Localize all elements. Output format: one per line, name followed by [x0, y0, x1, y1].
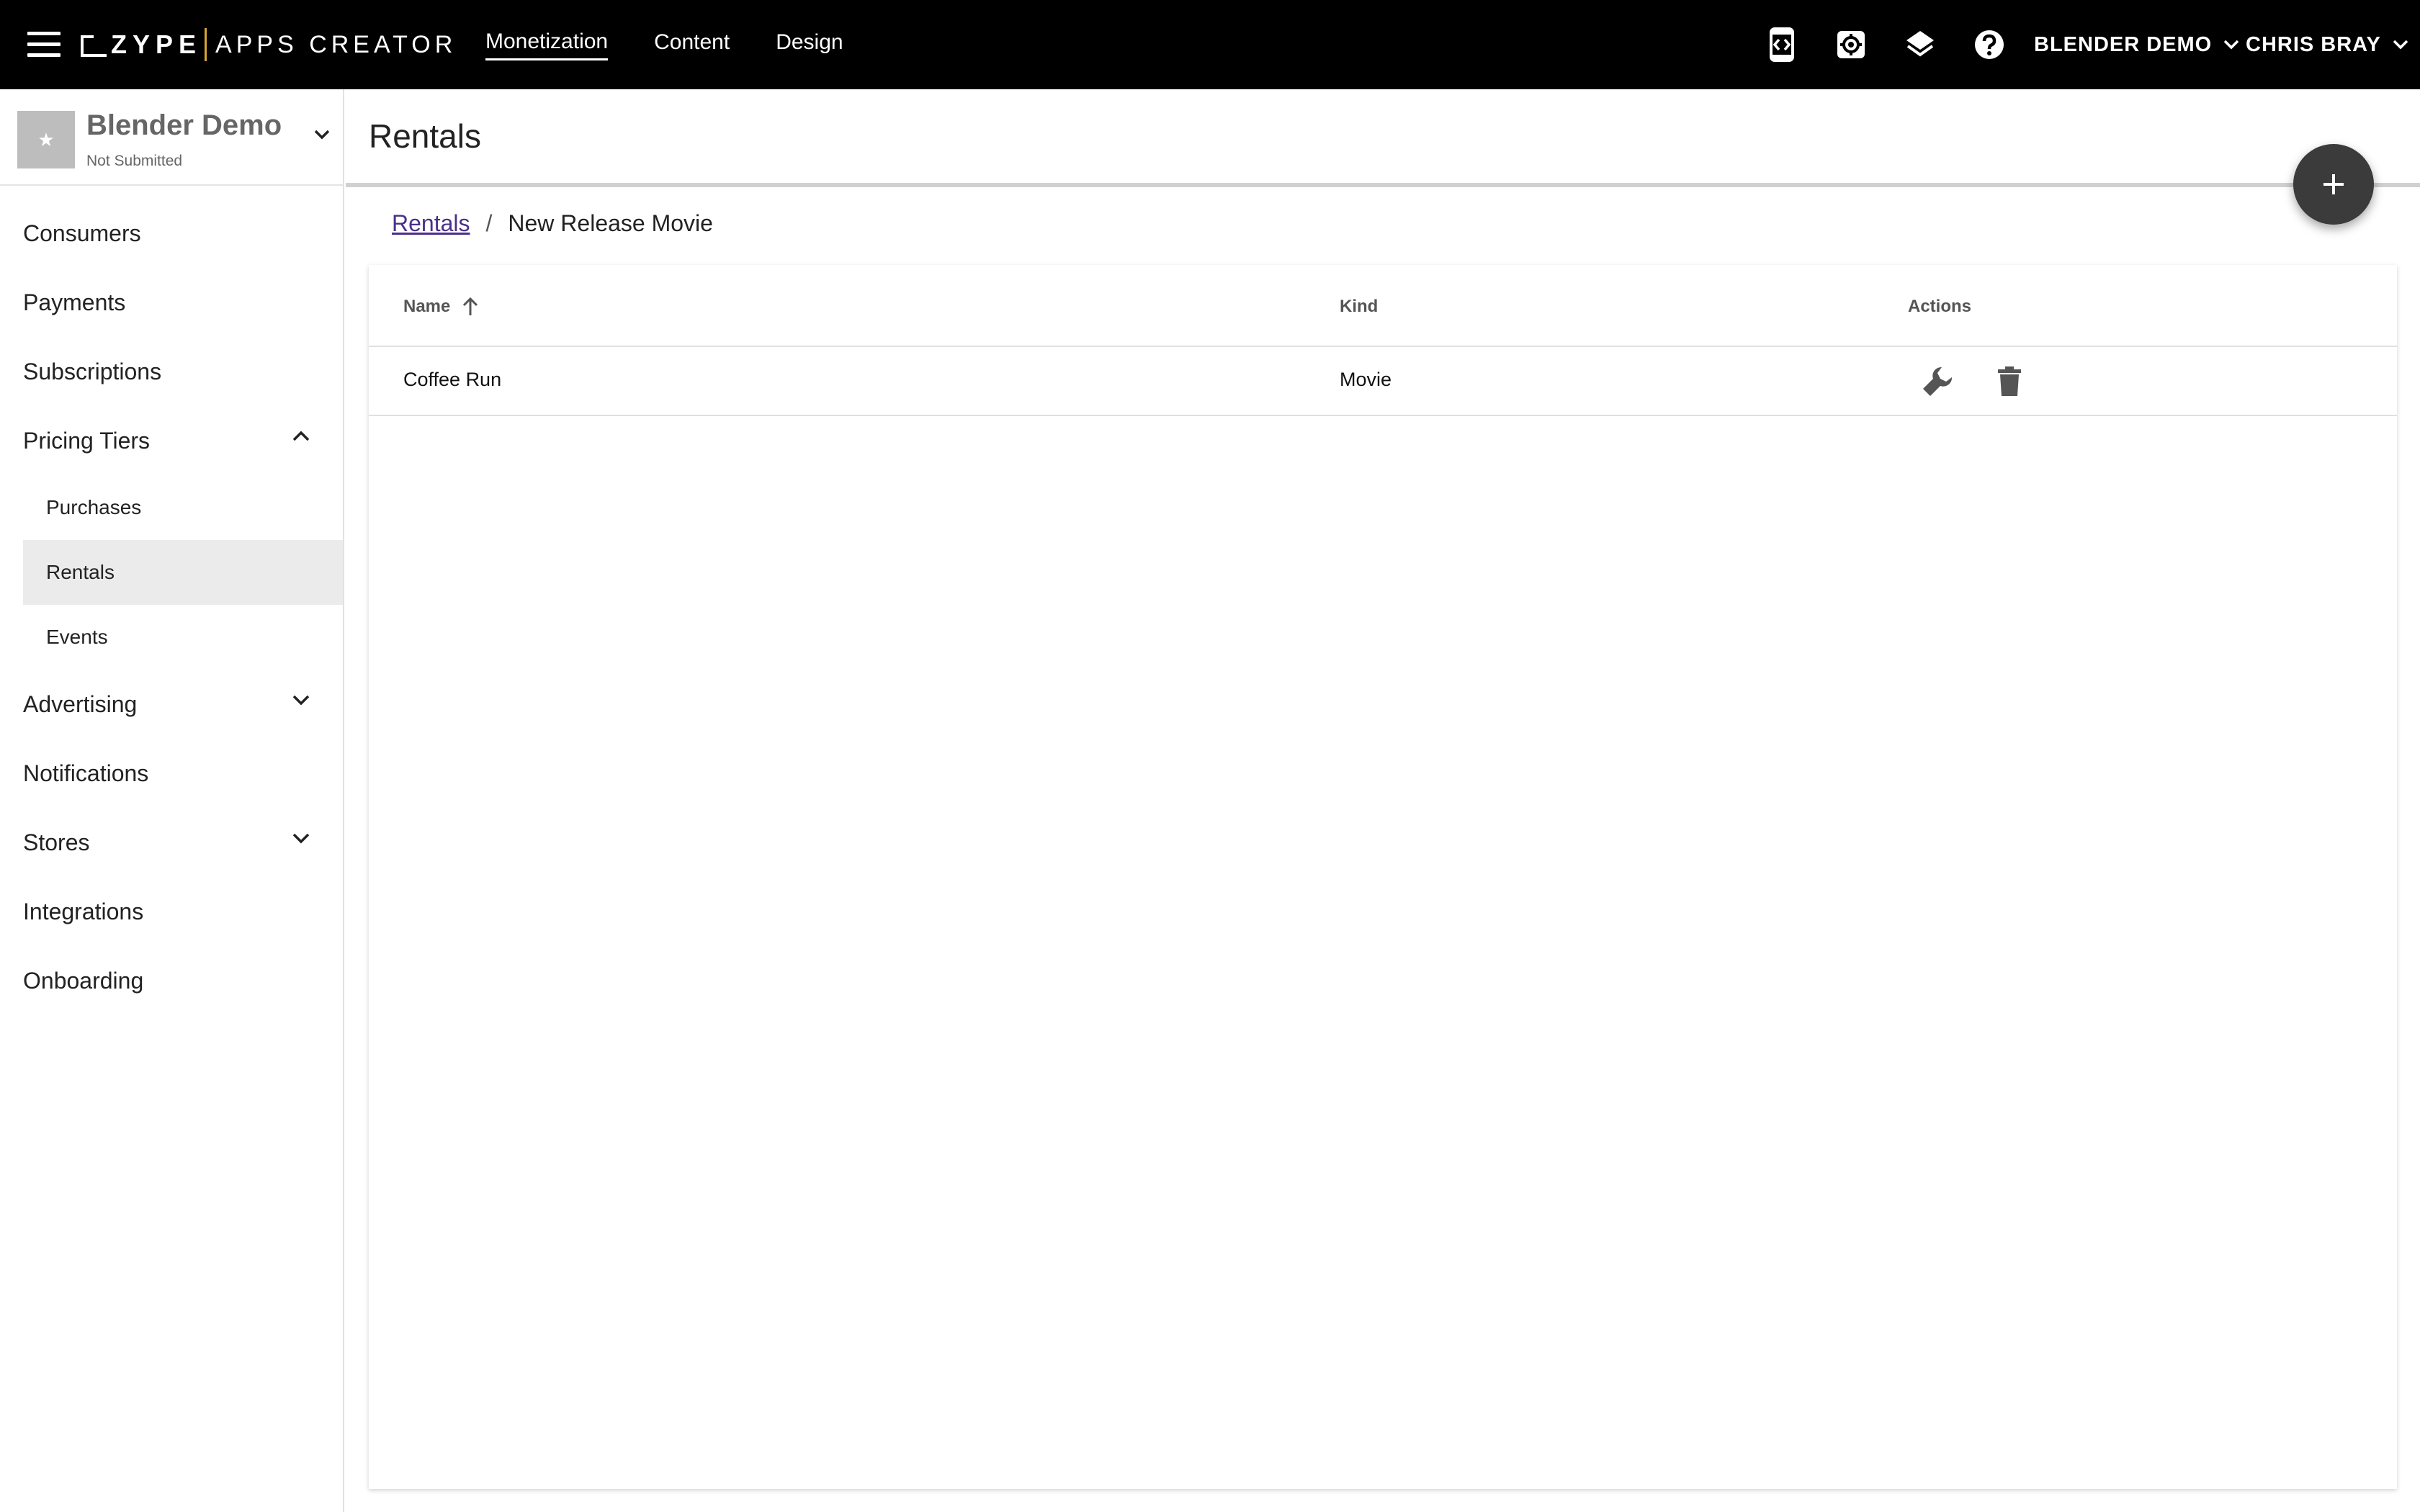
- app-status: Not Submitted: [86, 153, 183, 169]
- main-nav: Monetization Content Design: [485, 0, 889, 89]
- nav-tab-design[interactable]: Design: [776, 30, 843, 59]
- layers-icon[interactable]: [1901, 26, 1939, 63]
- chevron-down-icon: [2393, 40, 2408, 50]
- logo-brand-text: ZYPE: [111, 30, 202, 59]
- nav-tab-monetization[interactable]: Monetization: [485, 30, 609, 60]
- chevron-down-icon: [292, 833, 310, 844]
- app-name: Blender Demo: [86, 109, 282, 141]
- sidebar-item-stores[interactable]: Stores: [0, 808, 343, 877]
- breadcrumb-link-rentals[interactable]: Rentals: [392, 210, 470, 237]
- cell-name: Coffee Run: [403, 369, 502, 390]
- sidebar-item-consumers[interactable]: Consumers: [0, 199, 343, 268]
- edit-wrench-icon[interactable]: [1917, 361, 1958, 402]
- sidebar-item-integrations[interactable]: Integrations: [0, 877, 343, 946]
- page-title: Rentals: [369, 117, 481, 155]
- breadcrumb: Rentals / New Release Movie: [392, 210, 713, 237]
- nav-tab-content[interactable]: Content: [654, 30, 730, 59]
- table-row[interactable]: Coffee Run Movie: [369, 347, 2397, 416]
- app-thumbnail: ★: [17, 111, 75, 168]
- chevron-down-icon: [2223, 40, 2239, 50]
- rentals-table: Name Kind Actions Coffee Run Movie: [369, 265, 2397, 1489]
- sidebar-item-pricing-tiers[interactable]: Pricing Tiers: [0, 406, 343, 475]
- settings-gear-icon[interactable]: [1832, 26, 1870, 63]
- logo-product-text: APPS CREATOR: [215, 30, 457, 58]
- sidebar-item-payments[interactable]: Payments: [0, 268, 343, 337]
- user-menu-label: CHRIS BRAY: [2246, 32, 2381, 56]
- user-menu[interactable]: CHRIS BRAY: [2246, 0, 2408, 89]
- sidebar-item-onboarding[interactable]: Onboarding: [0, 946, 343, 1015]
- chevron-down-icon[interactable]: [314, 130, 330, 140]
- sidebar-item-notifications[interactable]: Notifications: [0, 739, 343, 808]
- help-icon[interactable]: [1971, 26, 2008, 63]
- column-header-name[interactable]: Name: [403, 297, 479, 317]
- sidebar-subitem-rentals[interactable]: Rentals: [23, 540, 343, 605]
- sort-ascending-icon[interactable]: [462, 297, 479, 317]
- table-header: Name Kind Actions: [369, 265, 2397, 347]
- sidebar: ★ Blender Demo Not Submitted Consumers P…: [0, 89, 344, 1512]
- zype-logo[interactable]: ZYPE APPS CREATOR: [81, 27, 457, 62]
- star-icon: ★: [37, 128, 55, 150]
- cell-kind: Movie: [1340, 369, 1392, 390]
- sidebar-subitem-purchases[interactable]: Purchases: [0, 475, 343, 540]
- plus-icon: [2323, 174, 2344, 194]
- sidebar-item-subscriptions[interactable]: Subscriptions: [0, 337, 343, 406]
- breadcrumb-current: New Release Movie: [508, 210, 713, 236]
- app-selector[interactable]: ★ Blender Demo Not Submitted: [0, 89, 343, 186]
- column-header-actions: Actions: [1908, 297, 1972, 316]
- device-code-icon[interactable]: [1763, 26, 1801, 63]
- title-divider: [346, 183, 2420, 187]
- sidebar-item-advertising[interactable]: Advertising: [0, 670, 343, 739]
- delete-trash-icon[interactable]: [1989, 361, 2030, 402]
- chevron-up-icon: [292, 431, 310, 441]
- logo-separator: [205, 28, 207, 61]
- top-app-bar: ZYPE APPS CREATOR Monetization Content D…: [0, 0, 2420, 89]
- logo-bracket-mark: [81, 35, 107, 57]
- breadcrumb-separator: /: [485, 210, 493, 236]
- app-switcher-label: BLENDER DEMO: [2034, 32, 2213, 56]
- column-header-kind[interactable]: Kind: [1340, 297, 1378, 317]
- main-content: Rentals Rentals / New Release Movie Name…: [346, 89, 2420, 1512]
- sidebar-subitem-events[interactable]: Events: [0, 605, 343, 670]
- chevron-down-icon: [292, 695, 310, 706]
- hamburger-menu-icon[interactable]: [27, 32, 60, 58]
- toolbar-icons: [1763, 26, 2040, 63]
- app-switcher-menu[interactable]: BLENDER DEMO: [2034, 0, 2239, 89]
- add-rental-button[interactable]: [2293, 144, 2374, 225]
